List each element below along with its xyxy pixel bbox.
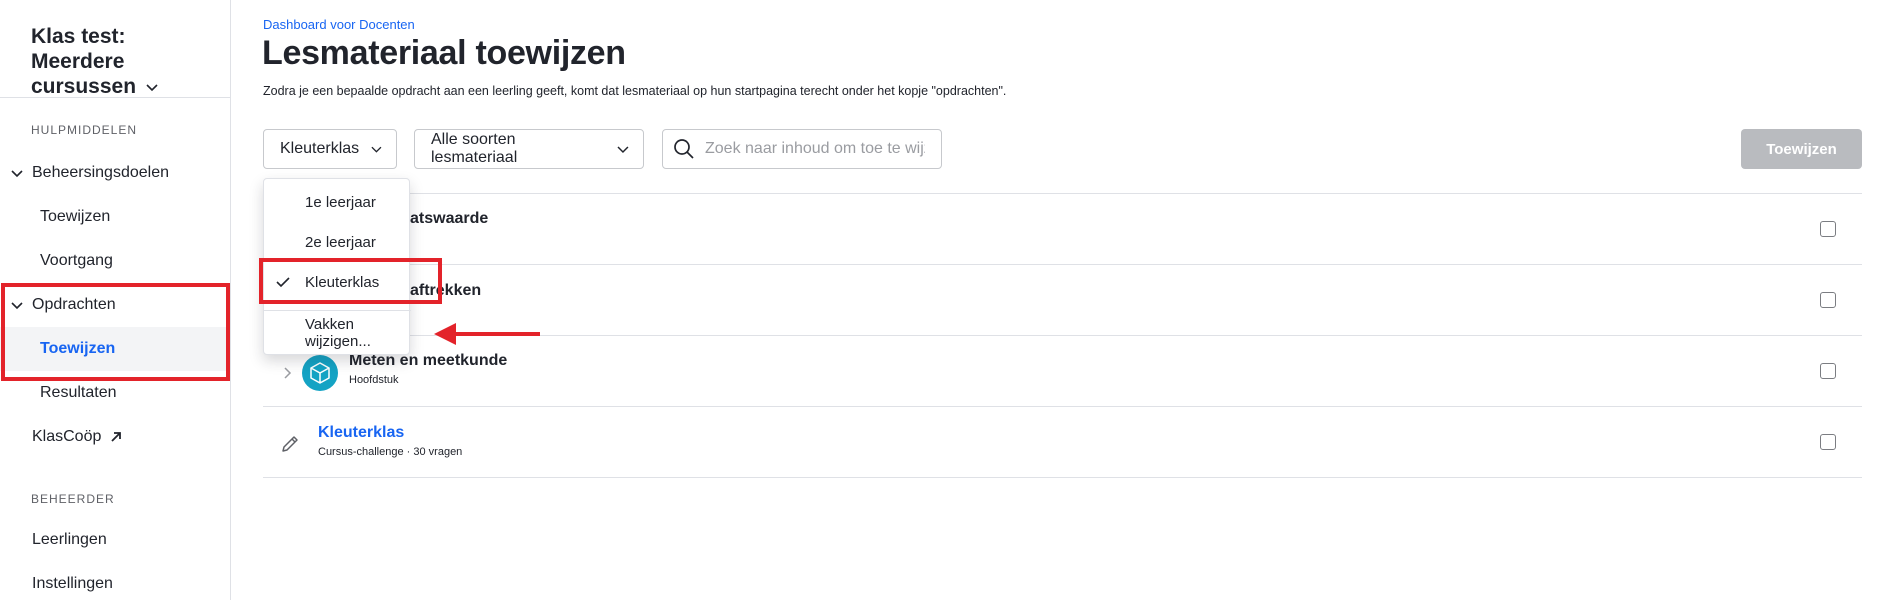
page-description: Zodra je een bepaalde opdracht aan een l… <box>263 84 1007 98</box>
sidebar-item-mastery-progress[interactable]: Voortgang <box>0 239 226 283</box>
row-checkbox[interactable] <box>1820 363 1836 379</box>
row-subtitle: Cursus-challenge · 30 vragen <box>318 446 463 458</box>
row-divider <box>263 264 1862 265</box>
breadcrumb[interactable]: Dashboard voor Docenten <box>263 17 415 32</box>
chevron-down-icon <box>11 170 23 178</box>
row-divider <box>263 193 1862 194</box>
annotation-highlight-assignments <box>1 283 230 381</box>
content-type-filter-dropdown[interactable]: Alle soorten lesmateriaal <box>414 129 644 169</box>
dropdown-option[interactable]: 2e leerjaar <box>264 222 411 262</box>
sidebar-item-mastery[interactable]: Beheersingsdoelen <box>0 151 226 195</box>
sidebar-item-label: Leerlingen <box>32 531 107 548</box>
course-filter-value: Kleuterklas <box>280 140 360 157</box>
search-icon <box>674 139 694 159</box>
content-type-filter-value: Alle soorten lesmateriaal <box>431 131 518 166</box>
sidebar-divider <box>0 97 231 98</box>
sidebar-item-mastery-assign[interactable]: Toewijzen <box>0 195 226 239</box>
chevron-right-icon[interactable] <box>282 367 292 379</box>
edit-courses-option[interactable]: Vakken wijzigen... <box>264 313 411 353</box>
class-switcher[interactable]: Klas test: Meerdere cursussen <box>31 24 221 99</box>
row-checkbox[interactable] <box>1820 434 1836 450</box>
section-label-admin: BEHEERDER <box>31 492 115 506</box>
sidebar-item-klascoop[interactable]: KlasCoöp <box>0 415 226 459</box>
chevron-down-icon <box>371 146 382 153</box>
sidebar-item-label: Toewijzen <box>40 208 111 225</box>
row-title: atswaarde <box>410 210 489 227</box>
sidebar-item-students[interactable]: Leerlingen <box>0 518 226 562</box>
sidebar-item-label: Resultaten <box>40 384 117 401</box>
sidebar-item-settings[interactable]: Instellingen <box>0 562 226 600</box>
annotation-highlight-selected-course <box>259 258 442 304</box>
search-input[interactable] <box>705 140 925 158</box>
dropdown-option[interactable]: 1e leerjaar <box>264 182 411 222</box>
pencil-icon <box>282 436 298 452</box>
class-title-text: Klas test: Meerdere cursussen <box>31 25 137 98</box>
annotation-arrow-icon <box>434 323 540 345</box>
chevron-down-icon <box>146 84 158 92</box>
row-checkbox[interactable] <box>1820 221 1836 237</box>
sidebar-item-label: Instellingen <box>32 575 113 592</box>
sidebar-item-label: KlasCoöp <box>32 428 102 445</box>
external-link-icon <box>111 432 122 442</box>
row-subtitle: Hoofdstuk <box>349 374 399 386</box>
sidebar-item-label: Beheersingsdoelen <box>32 164 169 181</box>
search-box[interactable] <box>662 129 942 169</box>
row-title-link[interactable]: Kleuterklas <box>318 424 404 442</box>
dropdown-divider <box>264 310 411 311</box>
cube-icon <box>302 355 338 391</box>
row-divider <box>263 477 1862 478</box>
page-title: Lesmateriaal toewijzen <box>262 34 626 72</box>
row-checkbox[interactable] <box>1820 292 1836 308</box>
chevron-down-icon <box>617 146 629 154</box>
assign-button[interactable]: Toewijzen <box>1741 129 1862 169</box>
row-divider <box>263 406 1862 407</box>
sidebar-item-label: Voortgang <box>40 252 113 269</box>
course-filter-dropdown[interactable]: Kleuterklas <box>263 129 397 169</box>
section-label-tools: HULPMIDDELEN <box>31 123 138 137</box>
